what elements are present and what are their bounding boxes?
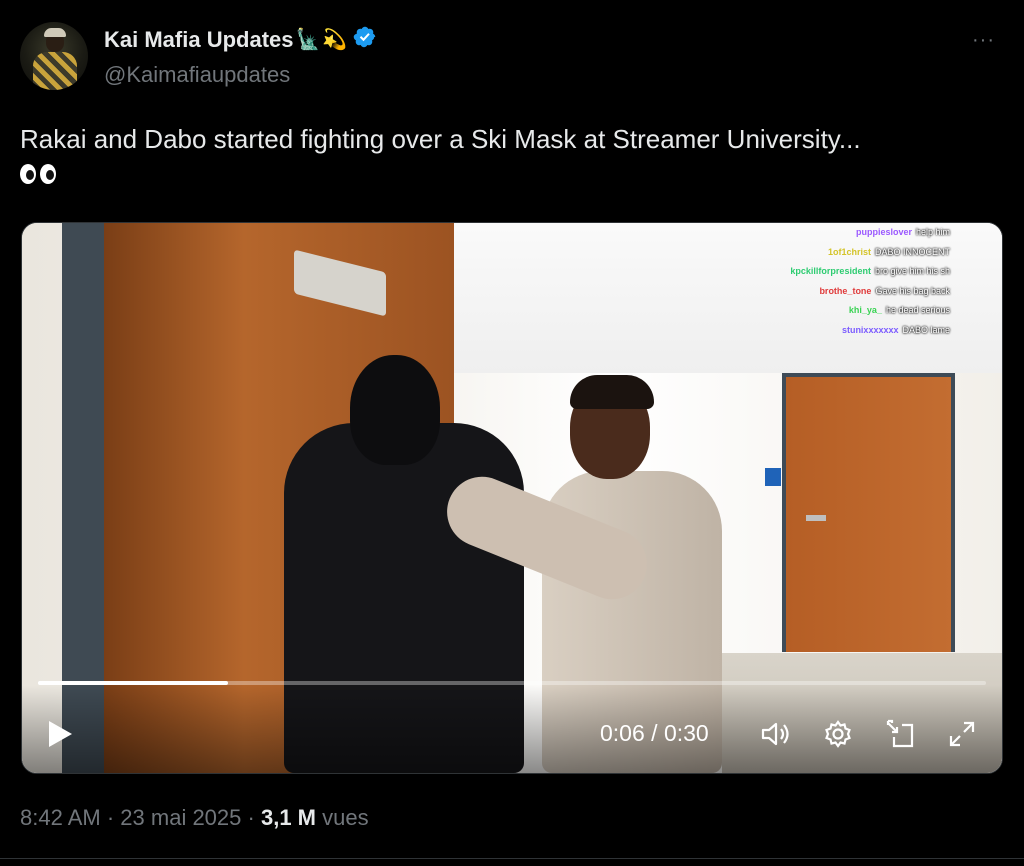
tweet-date[interactable]: 23 mai 2025 (120, 805, 241, 830)
video-controls: 0:06 / 0:30 (22, 685, 1002, 773)
chat-username: brothe_tone (819, 285, 872, 296)
dizzy-emoji: 💫 (322, 28, 348, 51)
chat-message: bro give him his sh (874, 266, 950, 276)
duration: 0:30 (663, 720, 709, 746)
divider (0, 858, 1024, 859)
views-label: vues (322, 805, 369, 830)
picture-in-picture-icon[interactable] (884, 719, 916, 754)
tweet-time[interactable]: 8:42 AM (20, 805, 101, 830)
author-display-name[interactable]: Kai Mafia Updates (104, 27, 294, 53)
chat-line: puppieslover help him (752, 223, 1002, 243)
avatar[interactable] (20, 22, 88, 90)
current-time: 0:06 (600, 720, 645, 746)
tweet-text: Rakai and Dabo started fighting over a S… (20, 120, 1004, 184)
statue-of-liberty-emoji: 🗽 (295, 28, 321, 51)
chat-message: DABO lame (902, 324, 950, 335)
meta-dot: · (106, 805, 115, 830)
settings-icon[interactable] (822, 719, 854, 754)
chat-username: 1of1christ (827, 246, 871, 257)
chat-line: stunixxxxxxx DABO lame (752, 321, 1002, 341)
video-progress-fill (38, 681, 228, 685)
chat-username: stunixxxxxxx (841, 324, 899, 335)
views-count: 3,1 M (260, 805, 316, 830)
video-progress-bar[interactable] (38, 681, 986, 685)
chat-line: khi_ya_ he dead serious (752, 301, 1002, 321)
chat-line: 1of1christ DABO INNOCENT (752, 243, 1002, 263)
chat-line: kpckillforpresident bro give him his sh (752, 262, 1002, 282)
chat-username: kpckillforpresident (790, 266, 871, 276)
meta-dot: · (247, 805, 255, 830)
more-options-icon[interactable]: ··· (972, 29, 995, 52)
video-player[interactable]: puppieslover help him 1of1christ DABO INNOC… (21, 222, 1003, 774)
chat-message: Gave his bag back (875, 285, 950, 296)
author-handle[interactable]: @Kaimafiaupdates (104, 62, 290, 88)
video-timecode: 0:06 / 0:30 (600, 720, 709, 747)
fullscreen-icon[interactable] (946, 719, 978, 754)
chat-line: brothe_tone Gave his bag back (752, 282, 1002, 302)
chat-username: puppieslover (855, 227, 912, 237)
chat-message: he dead serious (885, 305, 950, 315)
chat-username: khi_ya_ (848, 305, 882, 315)
tweet-body: Rakai and Dabo started fighting over a S… (20, 124, 861, 154)
volume-icon[interactable] (760, 719, 792, 754)
time-separator: / (651, 720, 658, 746)
chat-message: help him (915, 227, 950, 237)
chat-message: DABO INNOCENT (874, 246, 950, 257)
play-icon[interactable] (46, 719, 74, 754)
stream-chat-overlay: puppieslover help him 1of1christ DABO INNOC… (752, 223, 1002, 340)
eyes-emoji (20, 164, 1004, 184)
tweet-meta: 8:42 AM · 23 mai 2025 · 3,1 M vues (20, 805, 369, 831)
verified-badge-icon[interactable] (353, 25, 377, 54)
author-name-row[interactable]: Kai Mafia Updates 🗽 💫 (104, 25, 377, 54)
